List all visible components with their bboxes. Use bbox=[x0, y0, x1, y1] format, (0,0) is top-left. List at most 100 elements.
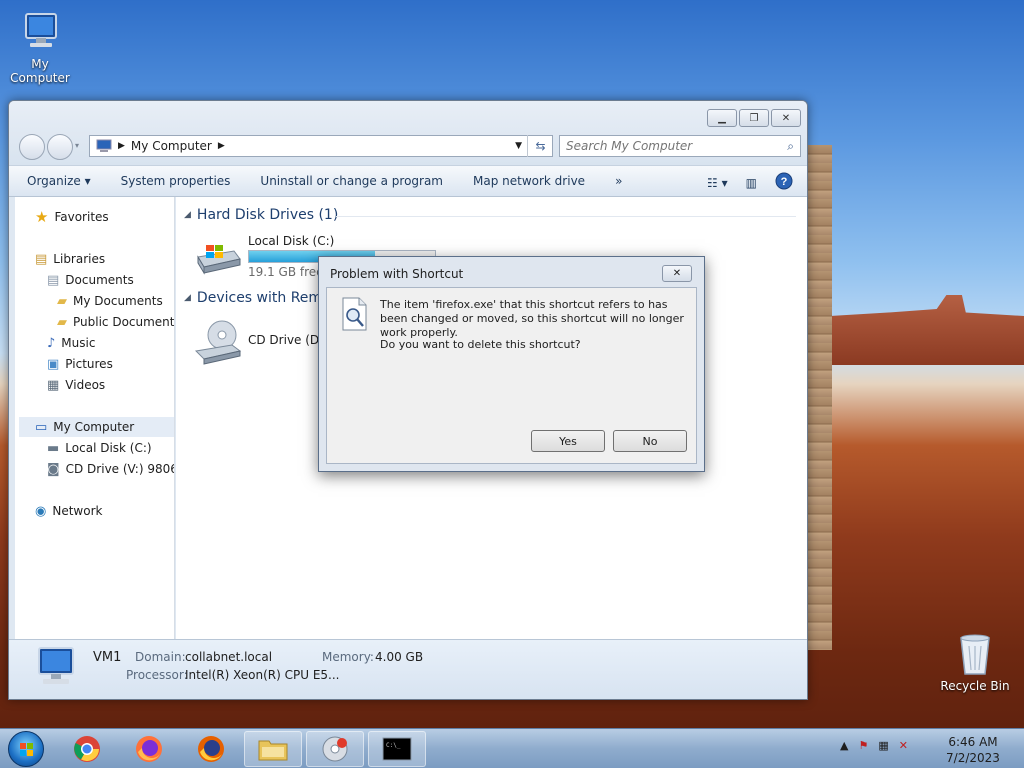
computer-name: VM1 bbox=[93, 650, 122, 665]
desktop-wallpaper-mesa bbox=[830, 295, 1024, 365]
nav-pictures[interactable]: ▣ Pictures bbox=[47, 354, 113, 374]
nav-videos[interactable]: ▦ Videos bbox=[47, 375, 105, 395]
memory-value: 4.00 GB bbox=[375, 650, 424, 664]
computer-icon: ▭ bbox=[35, 419, 48, 435]
maximize-button[interactable]: ❐ bbox=[739, 109, 769, 127]
navigation-pane: ★ Favorites ▤ Libraries ▤ Documents ▰ My… bbox=[15, 197, 175, 639]
refresh-button[interactable]: ⇆ bbox=[527, 135, 553, 157]
details-pane: VM1 Domain: collabnet.local Memory: 4.00… bbox=[9, 639, 807, 699]
desktop-icon-my-computer[interactable]: My Computer bbox=[0, 10, 80, 85]
recent-pages-chevron-icon[interactable]: ▾ bbox=[75, 141, 79, 150]
processor-value: Intel(R) Xeon(R) CPU E5... bbox=[185, 668, 340, 682]
clock-date: 7/2/2023 bbox=[946, 751, 1000, 765]
close-icon: ✕ bbox=[781, 112, 791, 124]
nav-network[interactable]: ◉ Network bbox=[35, 501, 102, 521]
search-icon[interactable]: ⌕ bbox=[787, 139, 794, 154]
forward-button[interactable] bbox=[47, 134, 73, 160]
folder-icon: ▰ bbox=[57, 314, 67, 330]
domain-value: collabnet.local bbox=[185, 650, 273, 664]
taskbar-firefox-2[interactable] bbox=[182, 731, 240, 767]
volume-muted-icon[interactable]: ✕ bbox=[899, 739, 908, 752]
restore-icon: ❐ bbox=[749, 112, 759, 124]
change-view-button[interactable]: ☷ ▾ bbox=[707, 176, 728, 190]
yes-button[interactable]: Yes bbox=[531, 430, 605, 452]
nav-favorites[interactable]: ★ Favorites bbox=[35, 207, 109, 227]
nav-libraries[interactable]: ▤ Libraries bbox=[35, 249, 105, 269]
cd-drive-icon: ◙ bbox=[47, 461, 60, 477]
minimize-icon: ▁ bbox=[718, 112, 726, 124]
dialog-body: The item 'firefox.exe' that this shortcu… bbox=[326, 287, 697, 464]
breadcrumb-chevron-icon[interactable]: ▶ bbox=[118, 141, 125, 151]
help-icon: ? bbox=[775, 172, 793, 190]
close-button[interactable]: ✕ bbox=[771, 109, 801, 127]
search-input[interactable] bbox=[566, 139, 788, 153]
cd-drive-name: CD Drive (D:) bbox=[248, 333, 328, 347]
view-controls: ☷ ▾ ▥ ? bbox=[707, 172, 793, 193]
map-network-drive-button[interactable]: Map network drive bbox=[473, 174, 585, 188]
hard-drive-icon: ▬ bbox=[47, 440, 60, 456]
uninstall-program-button[interactable]: Uninstall or change a program bbox=[260, 174, 443, 188]
desktop-icon-recycle-bin[interactable]: Recycle Bin bbox=[935, 632, 1015, 693]
taskbar-explorer[interactable] bbox=[244, 731, 302, 767]
more-commands-button[interactable]: » bbox=[615, 174, 622, 188]
caption-buttons: ▁ ❐ ✕ bbox=[707, 109, 801, 127]
windows-logo-icon bbox=[20, 743, 33, 756]
network-icon: ◉ bbox=[35, 503, 47, 519]
documents-icon: ▤ bbox=[47, 272, 60, 288]
search-document-icon bbox=[342, 297, 367, 331]
help-button[interactable]: ? bbox=[775, 172, 793, 193]
problem-with-shortcut-dialog: Problem with Shortcut ✕ The item 'firefo… bbox=[318, 256, 705, 472]
back-button[interactable] bbox=[19, 134, 45, 160]
taskbar-firefox-1[interactable] bbox=[120, 731, 178, 767]
minimize-button[interactable]: ▁ bbox=[707, 109, 737, 127]
nav-my-documents[interactable]: ▰ My Documents bbox=[57, 291, 163, 311]
media-disc-icon bbox=[322, 736, 348, 762]
nav-public-documents[interactable]: ▰ Public Documents bbox=[57, 312, 174, 332]
svg-text:?: ? bbox=[781, 176, 788, 188]
preview-pane-button[interactable]: ▥ bbox=[746, 176, 757, 190]
system-properties-button[interactable]: System properties bbox=[121, 174, 231, 188]
nav-cd-drive[interactable]: ◙ CD Drive (V:) 980624 bbox=[47, 459, 174, 479]
breadcrumb-chevron-icon[interactable]: ▶ bbox=[218, 141, 509, 151]
nav-my-computer[interactable]: ▭ My Computer bbox=[19, 417, 174, 437]
collapse-triangle-icon[interactable]: ◢ bbox=[184, 293, 191, 303]
drive-item-cd-drive[interactable] bbox=[194, 319, 242, 368]
nav-music[interactable]: ♪ Music bbox=[47, 333, 95, 353]
collapse-triangle-icon[interactable]: ◢ bbox=[184, 210, 191, 220]
nav-documents[interactable]: ▤ Documents bbox=[47, 270, 134, 290]
network-status-icon[interactable]: ▦ bbox=[878, 739, 888, 752]
dialog-message: The item 'firefox.exe' that this shortcu… bbox=[380, 298, 684, 339]
computer-icon bbox=[96, 139, 112, 152]
group-header-hard-disks[interactable]: ◢ Hard Disk Drives (1) bbox=[184, 207, 338, 223]
refresh-icon: ⇆ bbox=[535, 139, 546, 153]
recycle-bin-icon bbox=[960, 634, 990, 675]
firefox-icon bbox=[136, 736, 162, 762]
taskbar-chrome[interactable] bbox=[58, 731, 116, 767]
preview-pane-icon: ▥ bbox=[745, 175, 757, 190]
no-button[interactable]: No bbox=[613, 430, 687, 452]
svg-text:C:\_: C:\_ bbox=[386, 742, 401, 749]
command-bar: Organize ▾ System properties Uninstall o… bbox=[9, 165, 807, 197]
computer-icon bbox=[25, 13, 57, 47]
cd-drive-icon bbox=[194, 320, 242, 365]
show-hidden-icons-button[interactable]: ▲ bbox=[840, 739, 848, 752]
address-dropdown-icon[interactable]: ▼ bbox=[515, 141, 522, 151]
processor-label: Processor: bbox=[126, 668, 188, 682]
chrome-icon bbox=[74, 736, 100, 762]
taskbar: C:\_ ▲ ⚑ ▦ ✕ 6:46 AM 7/2/2023 bbox=[0, 728, 1024, 768]
dialog-close-button[interactable]: ✕ bbox=[662, 265, 692, 282]
search-box[interactable]: ⌕ bbox=[559, 135, 801, 157]
start-button[interactable] bbox=[8, 731, 44, 767]
action-center-icon[interactable]: ⚑ bbox=[858, 739, 868, 752]
drive-item-local-disk[interactable] bbox=[194, 243, 242, 280]
taskbar-clock[interactable]: 6:46 AM 7/2/2023 bbox=[930, 734, 1016, 766]
group-header-removable[interactable]: ◢ Devices with Remo bbox=[184, 290, 331, 306]
folder-icon bbox=[258, 740, 288, 761]
computer-icon bbox=[38, 647, 74, 684]
breadcrumb-my-computer[interactable]: My Computer bbox=[131, 139, 212, 153]
nav-local-disk[interactable]: ▬ Local Disk (C:) bbox=[47, 438, 152, 458]
address-bar[interactable]: ▶ My Computer ▶ ▼ bbox=[89, 135, 553, 157]
taskbar-media-app[interactable] bbox=[306, 731, 364, 767]
taskbar-command-prompt[interactable]: C:\_ bbox=[368, 731, 426, 767]
organize-button[interactable]: Organize ▾ bbox=[27, 174, 91, 188]
